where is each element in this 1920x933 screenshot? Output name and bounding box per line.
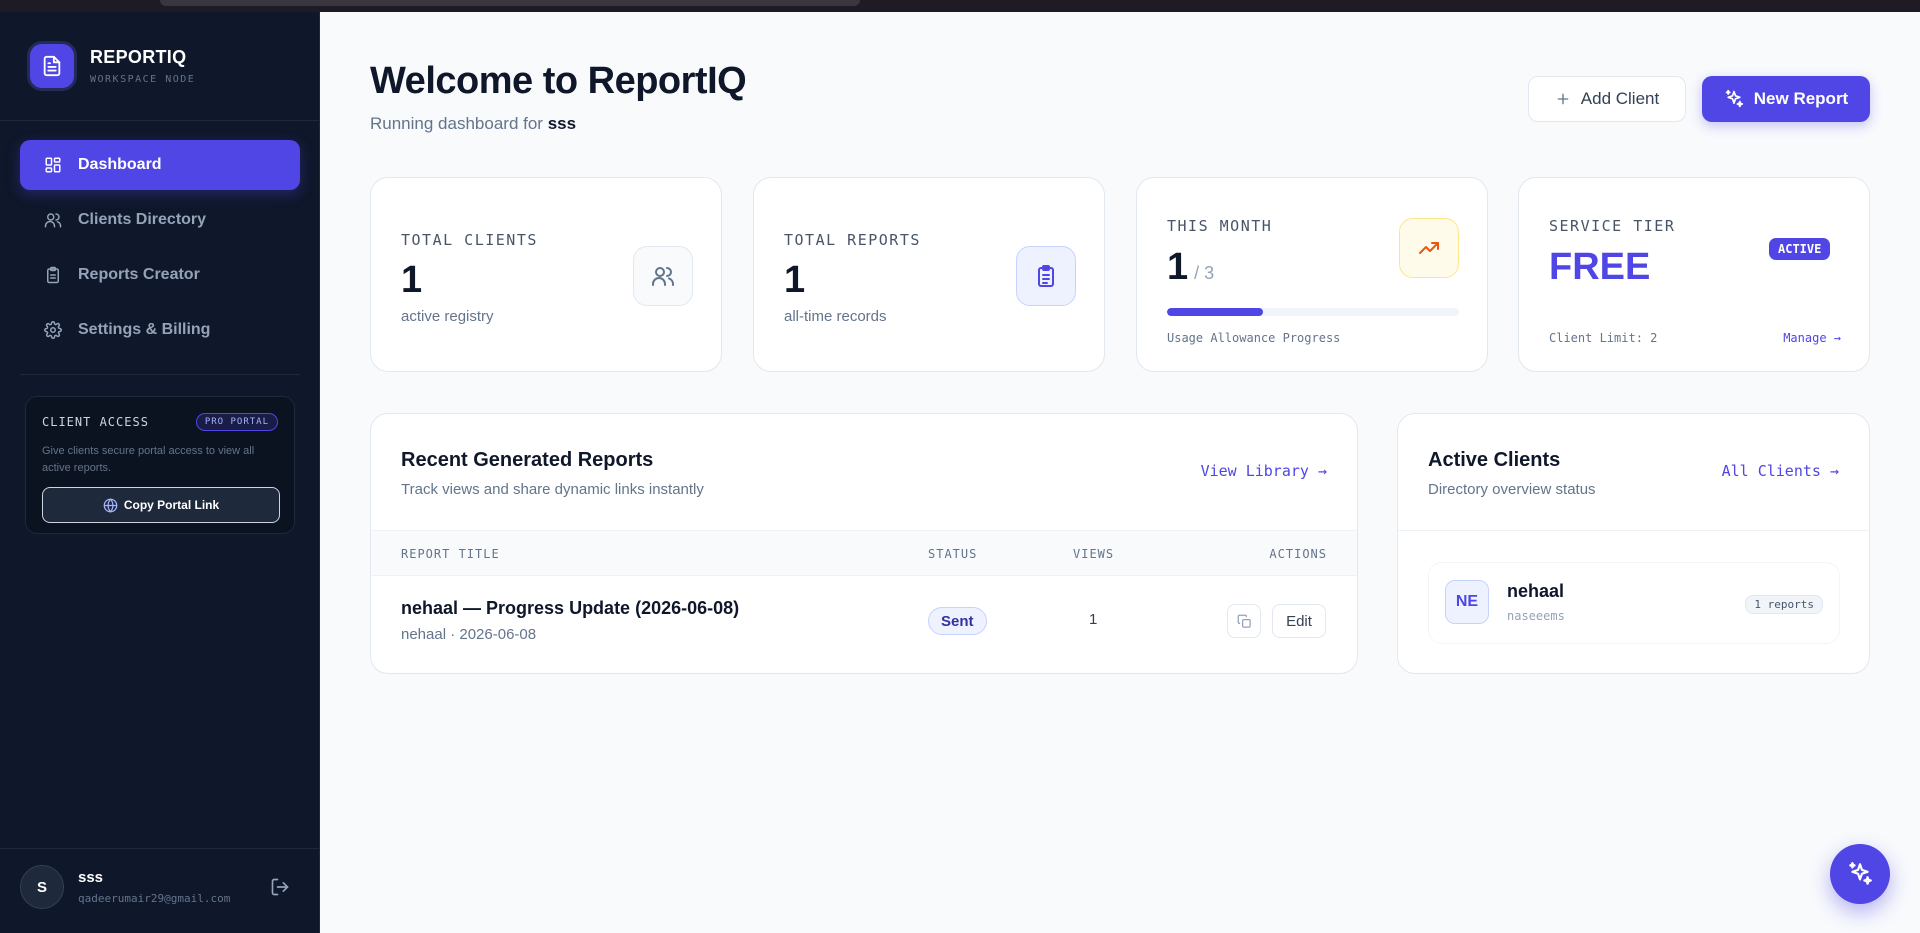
stat-card-service-tier: SERVICE TIER FREE ACTIVE Client Limit: 2… [1518, 177, 1870, 372]
users-icon [633, 246, 693, 306]
copy-portal-link-label: Copy Portal Link [123, 498, 220, 512]
list-item[interactable]: NE nehaal naseeems 1 reports [1428, 562, 1840, 644]
panel-divider [1398, 530, 1869, 531]
report-meta: nehaal · 2026-06-08 [401, 626, 537, 643]
sidebar-divider [20, 374, 300, 375]
new-report-button[interactable]: New Report [1702, 76, 1870, 122]
table-header: REPORT TITLE STATUS VIEWS ACTIONS [371, 530, 1357, 576]
globe-icon [103, 497, 118, 513]
trending-up-icon [1399, 218, 1459, 278]
column-header: VIEWS [1073, 547, 1115, 561]
stat-card-this-month: THIS MONTH 1/ 3 Usage Allowance Progress [1136, 177, 1488, 372]
brand-subtitle: WORKSPACE NODE [90, 74, 196, 85]
pro-portal-badge: PRO PORTAL [195, 413, 278, 431]
stat-label: THIS MONTH [1167, 217, 1273, 235]
usage-progress-bar [1167, 308, 1459, 316]
user-email: qadeerumair29@gmail.com [78, 892, 231, 905]
view-library-link[interactable]: View Library → [1201, 462, 1327, 480]
stat-card-total-reports: TOTAL REPORTS 1 all-time records [753, 177, 1105, 372]
brand[interactable]: REPORTIQ WORKSPACE NODE [30, 44, 195, 88]
page-subtitle-prefix: Running dashboard for [370, 114, 543, 133]
gear-icon [44, 321, 62, 339]
active-clients-panel: Active Clients Directory overview status… [1397, 413, 1870, 674]
recent-reports-panel: Recent Generated Reports Track views and… [370, 413, 1358, 674]
workspace-name: sss [547, 114, 577, 133]
client-name: nehaal [1507, 581, 1565, 601]
sidebar-item-dashboard[interactable]: Dashboard [20, 140, 300, 190]
ai-assistant-button[interactable] [1830, 844, 1890, 904]
sidebar-item-reports[interactable]: Reports Creator [20, 250, 300, 300]
all-clients-link[interactable]: All Clients → [1722, 462, 1839, 480]
new-report-label: New Report [1753, 89, 1849, 108]
column-header: ACTIONS [1269, 547, 1327, 561]
client-access-card: CLIENT ACCESS PRO PORTAL Give clients se… [25, 396, 295, 534]
sidebar-item-clients[interactable]: Clients Directory [20, 195, 300, 245]
status-badge: Sent [928, 607, 987, 635]
avatar[interactable]: S [20, 865, 64, 909]
copy-icon [1237, 614, 1251, 628]
report-title[interactable]: nehaal — Progress Update (2026-06-08) [401, 598, 739, 619]
sidebar-nav: Dashboard Clients Directory Reports Crea… [20, 140, 300, 360]
user-profile: S sss qadeerumair29@gmail.com [20, 862, 300, 912]
client-access-title: CLIENT ACCESS [42, 415, 149, 429]
stat-label: TOTAL CLIENTS [401, 231, 538, 249]
browser-tab-edge [160, 0, 860, 6]
report-count-badge: 1 reports [1745, 595, 1823, 614]
document-logo-icon [30, 44, 74, 88]
sidebar-divider [0, 848, 320, 849]
browser-top-strip [0, 0, 1920, 12]
stat-label: TOTAL REPORTS [784, 231, 921, 249]
usage-progress-label: Usage Allowance Progress [1167, 331, 1341, 345]
clipboard-icon [1016, 246, 1076, 306]
stat-note: all-time records [784, 308, 887, 325]
sparkles-icon [1849, 862, 1872, 885]
users-icon [44, 213, 62, 228]
add-client-label: Add Client [1580, 89, 1660, 108]
sidebar-item-settings[interactable]: Settings & Billing [20, 305, 300, 355]
sidebar-divider [0, 120, 320, 121]
usage-progress-fill [1167, 308, 1264, 316]
sidebar-item-label: Clients Directory [78, 211, 207, 228]
copy-link-button[interactable] [1227, 604, 1261, 638]
client-avatar: NE [1445, 580, 1489, 624]
add-client-button[interactable]: Add Client [1528, 76, 1686, 122]
stat-label: SERVICE TIER [1549, 217, 1676, 235]
page-title: Welcome to ReportIQ [370, 60, 747, 102]
sidebar: REPORTIQ WORKSPACE NODE Dashboard Client… [0, 12, 320, 933]
client-limit: Client Limit: 2 [1549, 331, 1658, 345]
dashboard-grid-icon [45, 157, 61, 173]
panel-title: Active Clients [1428, 449, 1561, 471]
stat-value: 1 [1167, 246, 1189, 288]
sidebar-item-label: Settings & Billing [78, 321, 211, 338]
panel-title: Recent Generated Reports [401, 449, 654, 471]
column-header: REPORT TITLE [401, 547, 500, 561]
panel-subtitle: Track views and share dynamic links inst… [401, 481, 704, 498]
service-tier-value: FREE [1549, 246, 1651, 288]
client-handle: naseeems [1507, 609, 1565, 623]
logout-icon[interactable] [270, 877, 290, 897]
sparkles-icon [1725, 89, 1743, 108]
stat-value: 1 [784, 259, 806, 301]
usage-max: / 3 [1194, 263, 1215, 283]
stat-card-total-clients: TOTAL CLIENTS 1 active registry [370, 177, 722, 372]
plus-icon [1557, 93, 1569, 105]
monthly-usage-value: 1/ 3 [1167, 246, 1214, 289]
copy-portal-link-button[interactable]: Copy Portal Link [42, 487, 280, 523]
user-name: sss [78, 869, 104, 886]
stat-value: 1 [401, 259, 423, 301]
views-count: 1 [1089, 611, 1098, 628]
sidebar-item-label: Reports Creator [78, 266, 200, 283]
client-access-description: Give clients secure portal access to vie… [42, 445, 255, 474]
status-badge: ACTIVE [1769, 238, 1831, 260]
page-subtitle: Running dashboard for sss [370, 114, 576, 134]
brand-name: REPORTIQ [90, 47, 187, 67]
column-header: STATUS [928, 547, 978, 561]
edit-button[interactable]: Edit [1272, 604, 1326, 638]
manage-link[interactable]: Manage → [1783, 331, 1841, 345]
clipboard-icon [47, 266, 59, 284]
stat-note: active registry [401, 308, 494, 325]
sidebar-item-label: Dashboard [78, 156, 162, 173]
panel-subtitle: Directory overview status [1428, 481, 1596, 498]
